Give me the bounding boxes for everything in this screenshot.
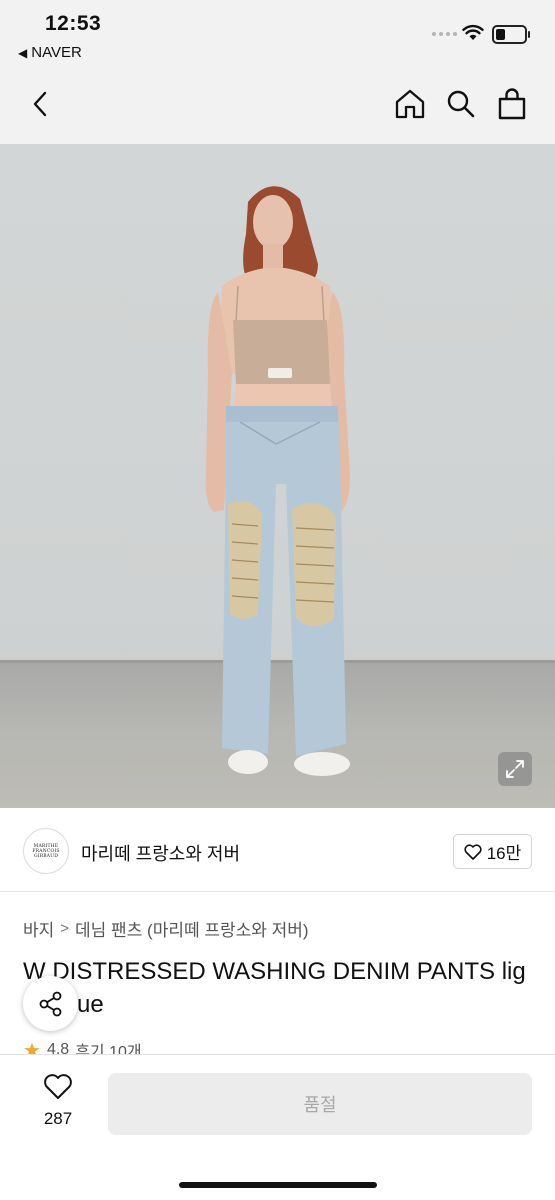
cart-button[interactable] [492,84,532,124]
product-title: W DISTRESSED WASHING DENIM PANTS lig ue [23,955,555,1021]
back-app-label: NAVER [31,44,82,61]
follow-count: 16만 [486,844,522,863]
like-count: 287 [43,1109,73,1128]
shopping-bag-icon [498,88,526,120]
signal-icon [432,32,457,36]
share-button[interactable] [23,976,78,1031]
breadcrumb: 바지 > 데님 팬츠 (마리떼 프랑소와 저버) [23,916,309,941]
product-title-line1: W DISTRESSED WASHING DENIM PANTS lig [23,958,526,985]
share-icon [39,991,61,1016]
home-icon [395,89,425,119]
top-nav-bar [0,70,555,144]
product-title-line2: ue [77,991,104,1018]
bottom-action-bar: 287 품절 [0,1054,555,1200]
heart-outline-icon [464,843,482,860]
chevron-right-icon: > [60,920,70,937]
wifi-icon [462,24,484,40]
status-bar: 12:53 ◀ NAVER [0,0,555,70]
like-button[interactable]: 287 [30,1073,86,1129]
back-icon [33,91,47,117]
product-image[interactable] [0,144,555,808]
battery-icon [492,25,530,44]
brand-row: MARITHE FRANCOIS GIRBAUD 마리떼 프랑소와 저버 16만 [0,808,555,892]
brand-logo[interactable]: MARITHE FRANCOIS GIRBAUD [23,828,69,874]
clock: 12:53 [45,12,102,35]
brand-follow-button[interactable]: 16만 [453,834,532,869]
search-icon [447,90,475,118]
heart-outline-icon [44,1074,72,1099]
breadcrumb-item[interactable]: 바지 [23,916,54,941]
back-to-app-link[interactable]: ◀ NAVER [18,44,82,61]
back-button[interactable] [20,84,60,124]
home-button[interactable] [390,84,430,124]
expand-icon [506,760,524,778]
brand-logo-line: GIRBAUD [33,853,59,859]
back-triangle-icon: ◀ [18,45,28,60]
model-photo [205,186,350,776]
brand-name[interactable]: 마리떼 프랑소와 저버 [81,840,240,866]
expand-image-button[interactable] [498,752,532,786]
sold-out-button[interactable]: 품절 [108,1073,532,1135]
home-indicator [179,1182,377,1188]
breadcrumb-item[interactable]: 데님 팬츠 (마리떼 프랑소와 저버) [75,916,309,941]
search-button[interactable] [441,84,481,124]
